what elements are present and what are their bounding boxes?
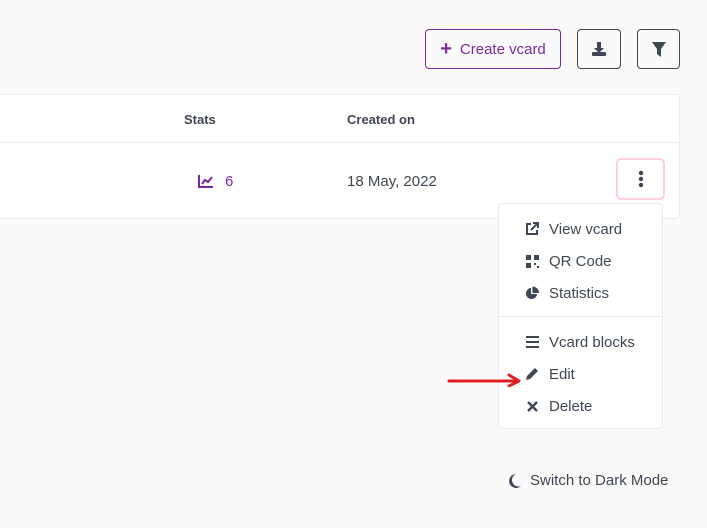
menu-label: View vcard — [549, 220, 623, 238]
download-icon — [592, 42, 606, 56]
menu-divider — [499, 316, 662, 317]
plus-icon: + — [440, 38, 452, 60]
created-on-value: 18 May, 2022 — [347, 173, 437, 190]
filter-button[interactable] — [637, 29, 680, 69]
row-actions-button[interactable] — [616, 158, 665, 200]
stats-link[interactable]: 6 — [225, 173, 233, 190]
create-vcard-button[interactable]: + Create vcard — [425, 29, 561, 69]
dark-mode-label: Switch to Dark Mode — [530, 472, 669, 489]
qrcode-icon — [525, 254, 539, 268]
menu-item-delete[interactable]: Delete — [499, 393, 662, 419]
row-actions-menu: View vcard QR Code Statistics Vcard bloc… — [498, 203, 663, 429]
chart-line-icon — [198, 175, 213, 188]
annotation-arrow-icon — [447, 373, 521, 387]
times-icon — [525, 400, 539, 412]
bars-icon — [525, 336, 539, 348]
table-header: Stats Created on — [0, 95, 679, 143]
menu-label: QR Code — [549, 252, 612, 270]
menu-label: Statistics — [549, 284, 610, 302]
vcards-table: Stats Created on 6 18 May, 2022 — [0, 94, 680, 219]
download-button[interactable] — [577, 29, 621, 69]
menu-label: Vcard blocks — [549, 333, 635, 351]
menu-item-view-vcard[interactable]: View vcard — [499, 216, 662, 242]
menu-item-statistics[interactable]: Statistics — [499, 280, 662, 306]
create-vcard-label: Create vcard — [459, 40, 546, 58]
external-link-icon — [525, 222, 539, 236]
dark-mode-toggle[interactable]: Switch to Dark Mode — [507, 472, 668, 489]
pie-chart-icon — [525, 286, 539, 301]
menu-item-qr-code[interactable]: QR Code — [499, 248, 662, 274]
filter-icon — [651, 41, 666, 57]
ellipsis-vertical-icon — [638, 170, 643, 188]
menu-item-vcard-blocks[interactable]: Vcard blocks — [499, 329, 662, 355]
header-created-on: Created on — [347, 112, 415, 127]
menu-label: Delete — [549, 397, 593, 415]
menu-item-edit[interactable]: Edit — [499, 361, 662, 387]
pencil-icon — [525, 367, 539, 381]
header-stats: Stats — [184, 112, 216, 127]
menu-label: Edit — [549, 365, 575, 383]
moon-icon — [509, 473, 521, 488]
